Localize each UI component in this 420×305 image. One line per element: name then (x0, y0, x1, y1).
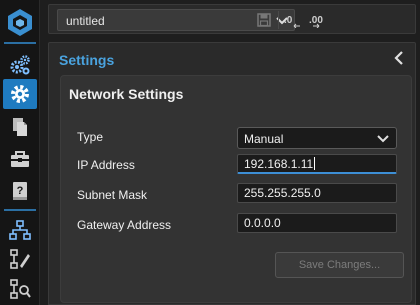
text-caret (314, 157, 316, 170)
device-settings-icon[interactable] (3, 50, 37, 80)
ip-address-value: 192.168.1.11 (244, 157, 314, 171)
save-changes-button[interactable]: Save Changes... (275, 252, 404, 278)
decimal-decrease-icon[interactable]: .0 (284, 12, 302, 28)
documents-icon[interactable] (3, 112, 37, 142)
type-select[interactable]: Manual (237, 127, 397, 149)
gateway-address-field[interactable]: 0.0.0.0 (237, 213, 397, 233)
gateway-address-value: 0.0.0.0 (244, 216, 281, 230)
project-name: untitled (66, 14, 105, 28)
card-title: Network Settings (69, 86, 184, 102)
settings-panel: Settings Network Settings Type Manual IP… (48, 42, 416, 305)
svg-text:.00: .00 (309, 15, 323, 26)
help-book-icon[interactable]: ? (3, 176, 37, 206)
svg-text:.0: .0 (284, 15, 293, 26)
side-navigation: ? (0, 0, 40, 305)
top-toolbar: untitled .0 .00 (48, 4, 416, 34)
network-tree-icon[interactable] (3, 215, 37, 245)
type-label: Type (77, 130, 104, 144)
subnet-mask-label: Subnet Mask (77, 188, 148, 202)
decimal-increase-icon[interactable]: .00 (309, 12, 329, 28)
ip-address-label: IP Address (77, 158, 135, 172)
rail-divider (4, 209, 36, 211)
rail-divider (4, 42, 36, 44)
collapse-chevron-icon[interactable] (393, 51, 405, 70)
app-logo-icon[interactable] (3, 5, 37, 39)
toolbar-divider (278, 11, 279, 29)
subnet-mask-field[interactable]: 255.255.255.0 (237, 183, 397, 203)
ip-address-field[interactable]: 192.168.1.11 (237, 154, 397, 174)
panel-title: Settings (59, 52, 115, 68)
subnet-mask-value: 255.255.255.0 (244, 186, 321, 200)
save-icon[interactable] (257, 12, 271, 28)
edit-hierarchy-icon[interactable] (3, 244, 37, 274)
type-value: Manual (244, 132, 284, 146)
tools-icon[interactable] (3, 144, 37, 174)
chevron-down-icon (376, 132, 390, 150)
gateway-address-label: Gateway Address (77, 218, 172, 232)
settings-gear-icon[interactable] (3, 79, 37, 109)
search-hierarchy-icon[interactable] (3, 274, 37, 304)
svg-text:?: ? (17, 185, 24, 197)
network-settings-card: Network Settings Type Manual IP Address … (60, 75, 412, 303)
